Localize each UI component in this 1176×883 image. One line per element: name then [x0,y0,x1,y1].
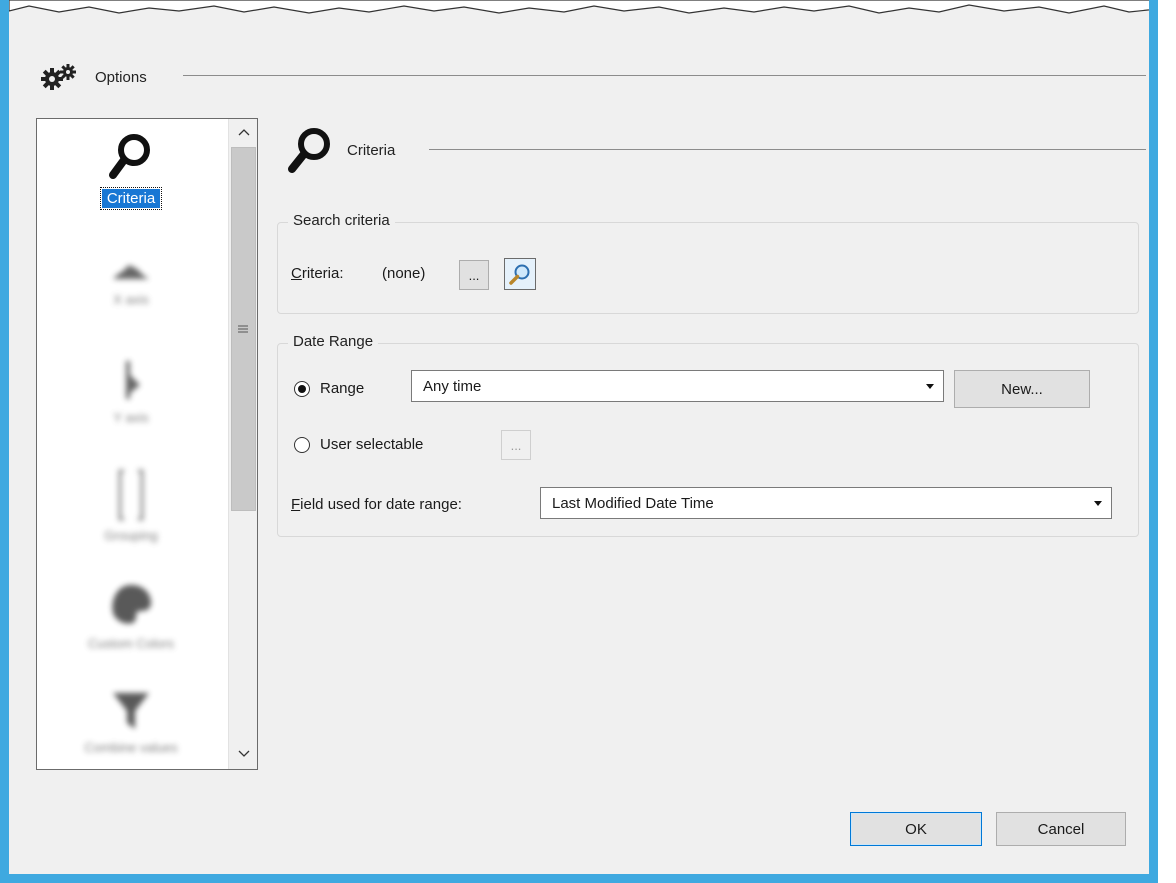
search-criteria-group: Search criteria Criteria: (none) ... [277,212,1139,314]
section-title: Criteria [347,141,396,159]
y-axis-icon [126,361,140,399]
grouping-icon [118,469,144,521]
nav-item-label: Criteria [99,187,163,210]
cancel-button[interactable]: Cancel [996,812,1126,846]
user-selectable-label[interactable]: User selectable [320,436,423,453]
nav-item-x-axis[interactable]: X axis [37,257,225,308]
chevron-down-icon [238,750,249,757]
palette-icon [112,585,151,624]
nav-item-label: X axis [113,292,149,307]
criteria-label: Criteria: [291,265,344,282]
range-select-value: Any time [423,377,482,395]
funnel-icon [113,693,149,729]
dropdown-arrow-icon [1094,500,1102,506]
criteria-search-button[interactable] [504,258,536,290]
gears-icon [41,64,76,90]
nav-scrollbar[interactable] [228,119,257,769]
range-radio[interactable] [294,381,310,397]
section-divider [429,149,1146,150]
range-label[interactable]: Range [320,380,364,397]
date-range-group: Date Range Range Any time New... User se… [277,333,1139,537]
nav-item-criteria[interactable]: Criteria [37,131,225,210]
nav-item-grouping[interactable]: Grouping [37,469,225,544]
group-legend: Date Range [288,333,379,350]
search-icon [288,128,330,173]
date-field-select[interactable]: Last Modified Date Time [540,487,1112,519]
title-divider [183,75,1146,76]
range-select[interactable]: Any time [411,370,944,402]
magnifier-icon [509,264,530,285]
search-icon [109,134,150,179]
options-title: Options [37,62,147,92]
criteria-browse-button[interactable]: ... [459,260,489,290]
new-range-button[interactable]: New... [954,370,1090,408]
nav-item-label: Custom Colors [88,636,174,651]
x-axis-icon [113,265,149,279]
nav-item-combine-values[interactable]: Combine values [37,689,225,756]
scroll-down-button[interactable] [229,741,257,767]
nav-item-y-axis[interactable]: Y axis [37,359,225,426]
scroll-up-button[interactable] [229,119,257,145]
criteria-value: (none) [382,265,426,282]
user-selectable-radio[interactable] [294,437,310,453]
chevron-up-icon [238,129,249,136]
nav-item-label: Grouping [104,528,158,543]
user-selectable-button[interactable]: ... [501,430,531,460]
scroll-grip-icon [238,325,248,333]
nav-item-label: Y axis [113,410,149,425]
group-legend: Search criteria [288,212,395,229]
dialog-title: Options [95,68,147,86]
date-field-label: Field used for date range: [291,496,462,513]
nav-item-label: Combine values [84,740,178,755]
options-nav-list[interactable]: Criteria X axis Y axis Grouping Custom C [36,118,258,770]
section-header: Criteria [285,125,395,175]
dropdown-arrow-icon [926,383,934,389]
nav-item-custom-colors[interactable]: Custom Colors [37,581,225,652]
date-field-select-value: Last Modified Date Time [552,494,714,512]
torn-edge [9,0,1149,14]
ok-button[interactable]: OK [850,812,982,846]
options-dialog: Options Criteria X axis Y axis Grouping … [0,0,1158,883]
